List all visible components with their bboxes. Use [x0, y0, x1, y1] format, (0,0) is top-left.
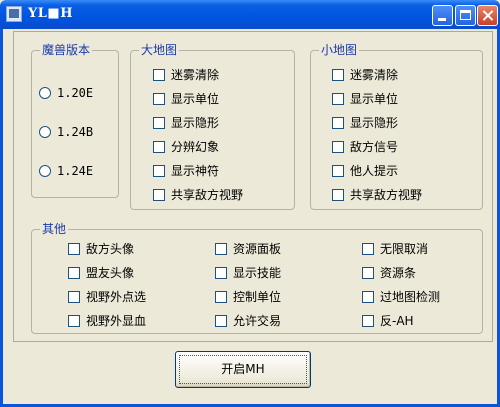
checkbox[interactable]	[215, 267, 227, 279]
other-group-title: 其他	[40, 222, 69, 236]
version-label: 1.24B	[57, 125, 94, 139]
checkbox-label: 共享敌方视野	[171, 188, 244, 202]
checkbox[interactable]	[68, 243, 80, 255]
start-mh-button[interactable]: 开启MH	[175, 351, 311, 388]
checkbox[interactable]	[153, 117, 165, 129]
checkbox-label: 迷雾清除	[350, 68, 399, 82]
minimap-group-title: 小地图	[319, 43, 360, 57]
checkbox-label: 视野外显血	[86, 314, 147, 328]
checkbox[interactable]	[332, 165, 344, 177]
radio-button[interactable]	[39, 87, 51, 99]
checkbox-label: 分辨幻象	[171, 140, 220, 154]
close-button[interactable]	[477, 5, 498, 26]
title-bar[interactable]: YL■H	[0, 0, 500, 29]
other-group: 其他 敌方头像 盟友头像 视野外点选 视野外显血 资源面板 显示技能 控制单位	[31, 222, 483, 334]
minimap-group: 小地图 迷雾清除 显示单位 显示隐形 敌方信号 他人提示 共享敌方视野	[310, 43, 483, 210]
checkbox-label: 敌方信号	[350, 140, 399, 154]
options-panel: 魔兽版本 1.20E 1.24B 1.24E 大地图 迷雾清除 显示单位 显示隐…	[13, 31, 493, 342]
checkbox[interactable]	[153, 189, 165, 201]
checkbox[interactable]	[332, 141, 344, 153]
checkbox-label: 盟友头像	[86, 266, 135, 280]
checkbox-label: 共享敌方视野	[350, 188, 423, 202]
checkbox[interactable]	[362, 243, 374, 255]
checkbox-label: 迷雾清除	[171, 68, 220, 82]
checkbox-label: 视野外点选	[86, 290, 147, 304]
checkbox-label: 显示技能	[233, 266, 282, 280]
checkbox-label: 允许交易	[233, 314, 282, 328]
checkbox[interactable]	[68, 315, 80, 327]
maximize-button[interactable]	[455, 5, 476, 26]
checkbox-label: 反-AH	[380, 314, 414, 328]
checkbox-label: 他人提示	[350, 164, 399, 178]
checkbox[interactable]	[215, 243, 227, 255]
checkbox[interactable]	[332, 69, 344, 81]
checkbox-label: 敌方头像	[86, 242, 135, 256]
checkbox-label: 显示神符	[171, 164, 220, 178]
checkbox[interactable]	[332, 189, 344, 201]
checkbox-label: 显示隐形	[350, 116, 399, 130]
checkbox-label: 资源面板	[233, 242, 282, 256]
version-label: 1.24E	[57, 164, 94, 178]
radio-button[interactable]	[39, 165, 51, 177]
version-group: 魔兽版本 1.20E 1.24B 1.24E	[31, 43, 119, 198]
checkbox[interactable]	[68, 267, 80, 279]
version-group-title: 魔兽版本	[40, 43, 93, 57]
checkbox[interactable]	[332, 117, 344, 129]
checkbox-label: 过地图检测	[380, 290, 441, 304]
radio-button[interactable]	[39, 126, 51, 138]
app-icon[interactable]	[6, 6, 22, 22]
window-title: YL■H	[28, 6, 73, 21]
checkbox[interactable]	[153, 93, 165, 105]
checkbox[interactable]	[215, 291, 227, 303]
checkbox-label: 显示隐形	[171, 116, 220, 130]
version-label: 1.20E	[57, 86, 94, 100]
checkbox[interactable]	[362, 267, 374, 279]
checkbox-label: 控制单位	[233, 290, 282, 304]
checkbox[interactable]	[153, 141, 165, 153]
checkbox[interactable]	[362, 291, 374, 303]
minimize-button[interactable]	[432, 5, 453, 26]
checkbox[interactable]	[153, 69, 165, 81]
checkbox[interactable]	[362, 315, 374, 327]
checkbox[interactable]	[153, 165, 165, 177]
checkbox[interactable]	[68, 291, 80, 303]
checkbox[interactable]	[215, 315, 227, 327]
checkbox[interactable]	[332, 93, 344, 105]
checkbox-label: 无限取消	[380, 242, 429, 256]
bigmap-group-title: 大地图	[139, 43, 180, 57]
checkbox-label: 资源条	[380, 266, 417, 280]
bigmap-group: 大地图 迷雾清除 显示单位 显示隐形 分辨幻象 显示神符 共享敌方视野	[130, 43, 295, 210]
checkbox-label: 显示单位	[350, 92, 399, 106]
checkbox-label: 显示单位	[171, 92, 220, 106]
